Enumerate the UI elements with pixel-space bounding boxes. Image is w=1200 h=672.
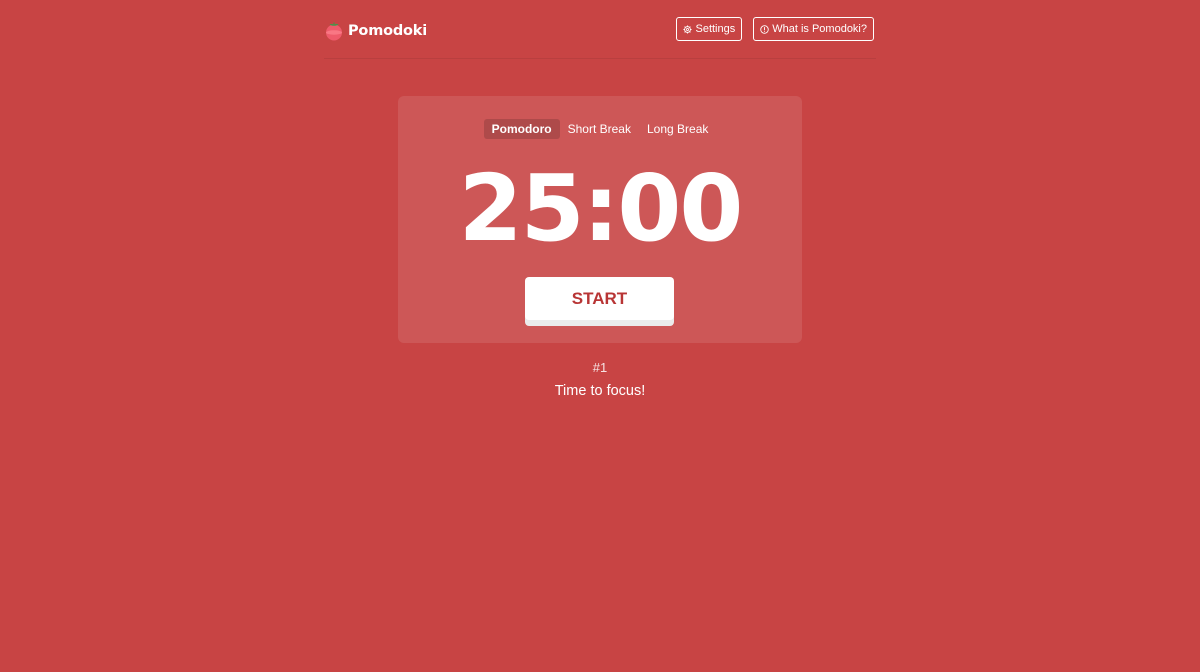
gear-icon bbox=[683, 24, 693, 34]
brand[interactable]: Pomodoki bbox=[324, 20, 427, 42]
status-message: Time to focus! bbox=[554, 383, 646, 399]
what-is-pomodoki-button[interactable]: What is Pomodoki? bbox=[753, 17, 874, 41]
about-label: What is Pomodoki? bbox=[772, 23, 867, 35]
brand-name: Pomodoki bbox=[348, 23, 428, 39]
tab-long-break[interactable]: Long Break bbox=[639, 119, 716, 139]
pomodoro-count: #1 bbox=[592, 360, 608, 375]
timer-display: 25:00 bbox=[458, 155, 744, 262]
app-header: Pomodoki Settings What is Pomodoki? bbox=[324, 0, 876, 59]
info-circle-icon bbox=[760, 24, 769, 34]
settings-button[interactable]: Settings bbox=[676, 17, 743, 41]
timer-card: Pomodoro Short Break Long Break 25:00 ST… bbox=[398, 96, 802, 343]
start-button[interactable]: START bbox=[525, 277, 674, 320]
mode-tabs: Pomodoro Short Break Long Break bbox=[398, 119, 802, 139]
tab-pomodoro[interactable]: Pomodoro bbox=[483, 119, 560, 139]
tomato-icon bbox=[326, 22, 342, 41]
tab-short-break[interactable]: Short Break bbox=[560, 119, 639, 139]
header-nav: Settings What is Pomodoki? bbox=[676, 17, 874, 41]
settings-label: Settings bbox=[695, 23, 736, 35]
